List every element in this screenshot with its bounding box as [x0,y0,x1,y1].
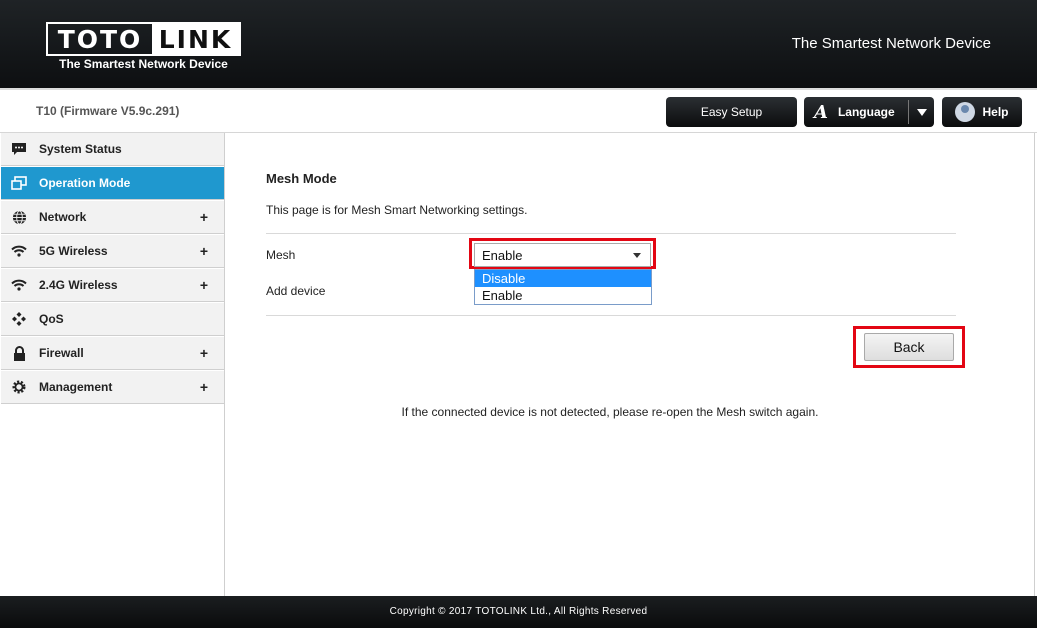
help-label: Help [982,105,1009,119]
help-button[interactable]: Help [942,97,1022,127]
expand-plus-icon[interactable]: + [200,345,208,361]
sidebar-item-5g-wireless[interactable]: 5G Wireless + [1,235,224,268]
qos-icon [11,311,27,327]
logo-text-right: LINK [152,24,239,54]
easy-setup-button[interactable]: Easy Setup [666,97,797,127]
language-button[interactable]: A Language [804,97,934,127]
sidebar-item-management[interactable]: Management + [1,371,224,404]
sidebar-item-network[interactable]: Network + [1,201,224,234]
logo-tagline: The Smartest Network Device [59,57,228,71]
sidebar-item-label: System Status [39,142,122,156]
globe-icon [11,209,27,225]
sidebar-item-qos[interactable]: QoS [1,303,224,336]
sidebar-item-label: Operation Mode [39,176,131,190]
footer-copyright: Copyright © 2017 TOTOLINK Ltd., All Righ… [0,596,1037,628]
sidebar-item-label: QoS [39,312,64,326]
main-content: Mesh Mode This page is for Mesh Smart Ne… [226,133,1034,596]
chat-bubble-icon [11,141,27,157]
gear-icon [11,379,27,395]
expand-plus-icon[interactable]: + [200,379,208,395]
mesh-option-disable[interactable]: Disable [475,270,651,287]
sidebar-item-label: Management [39,380,113,394]
header: TOTO LINK The Smartest Network Device Th… [0,0,1037,88]
language-separator [908,100,909,124]
sidebar-item-operation-mode[interactable]: Operation Mode [1,167,224,200]
header-slogan: The Smartest Network Device [791,35,991,52]
sidebar-item-label: Firewall [39,346,84,360]
expand-plus-icon[interactable]: + [200,209,208,225]
sidebar-item-label: 5G Wireless [39,244,108,258]
model-firmware-label: T10 (Firmware V5.9c.291) [36,104,180,118]
logo-text-left: TOTO [57,24,143,54]
windows-icon [11,175,27,191]
sidebar-item-2-4g-wireless[interactable]: 2.4G Wireless + [1,269,224,302]
language-icon: A [814,101,828,123]
help-user-icon [955,102,976,122]
sidebar-item-system-status[interactable]: System Status [1,133,224,166]
sidebar-item-firewall[interactable]: Firewall + [1,337,224,370]
expand-plus-icon[interactable]: + [200,243,208,259]
lock-icon [11,345,27,361]
back-button[interactable]: Back [864,333,954,361]
mesh-option-enable[interactable]: Enable [475,287,651,304]
toolbar: T10 (Firmware V5.9c.291) Easy Setup A La… [0,88,1037,133]
mesh-label: Mesh [266,248,296,262]
page-title: Mesh Mode [266,171,337,186]
mesh-select-value: Enable [482,248,523,263]
language-label: Language [837,105,895,119]
sidebar-item-label: 2.4G Wireless [39,278,118,292]
add-device-label: Add device [266,284,326,298]
wifi-icon [11,243,27,259]
content-border [1034,133,1035,596]
caret-down-icon[interactable] [917,109,927,116]
totolink-logo[interactable]: TOTO LINK [46,22,241,56]
chevron-down-icon [633,253,641,258]
expand-plus-icon[interactable]: + [200,277,208,293]
mesh-select[interactable]: Enable [474,243,651,267]
sidebar-item-label: Network [39,210,87,224]
divider [266,233,956,234]
page-description: This page is for Mesh Smart Networking s… [266,203,528,217]
wifi-icon [11,277,27,293]
mesh-note: If the connected device is not detected,… [401,405,819,419]
mesh-dropdown-list: Disable Enable [474,269,652,305]
sidebar: System Status Operation Mode Network + 5… [0,133,225,596]
divider [266,315,956,316]
